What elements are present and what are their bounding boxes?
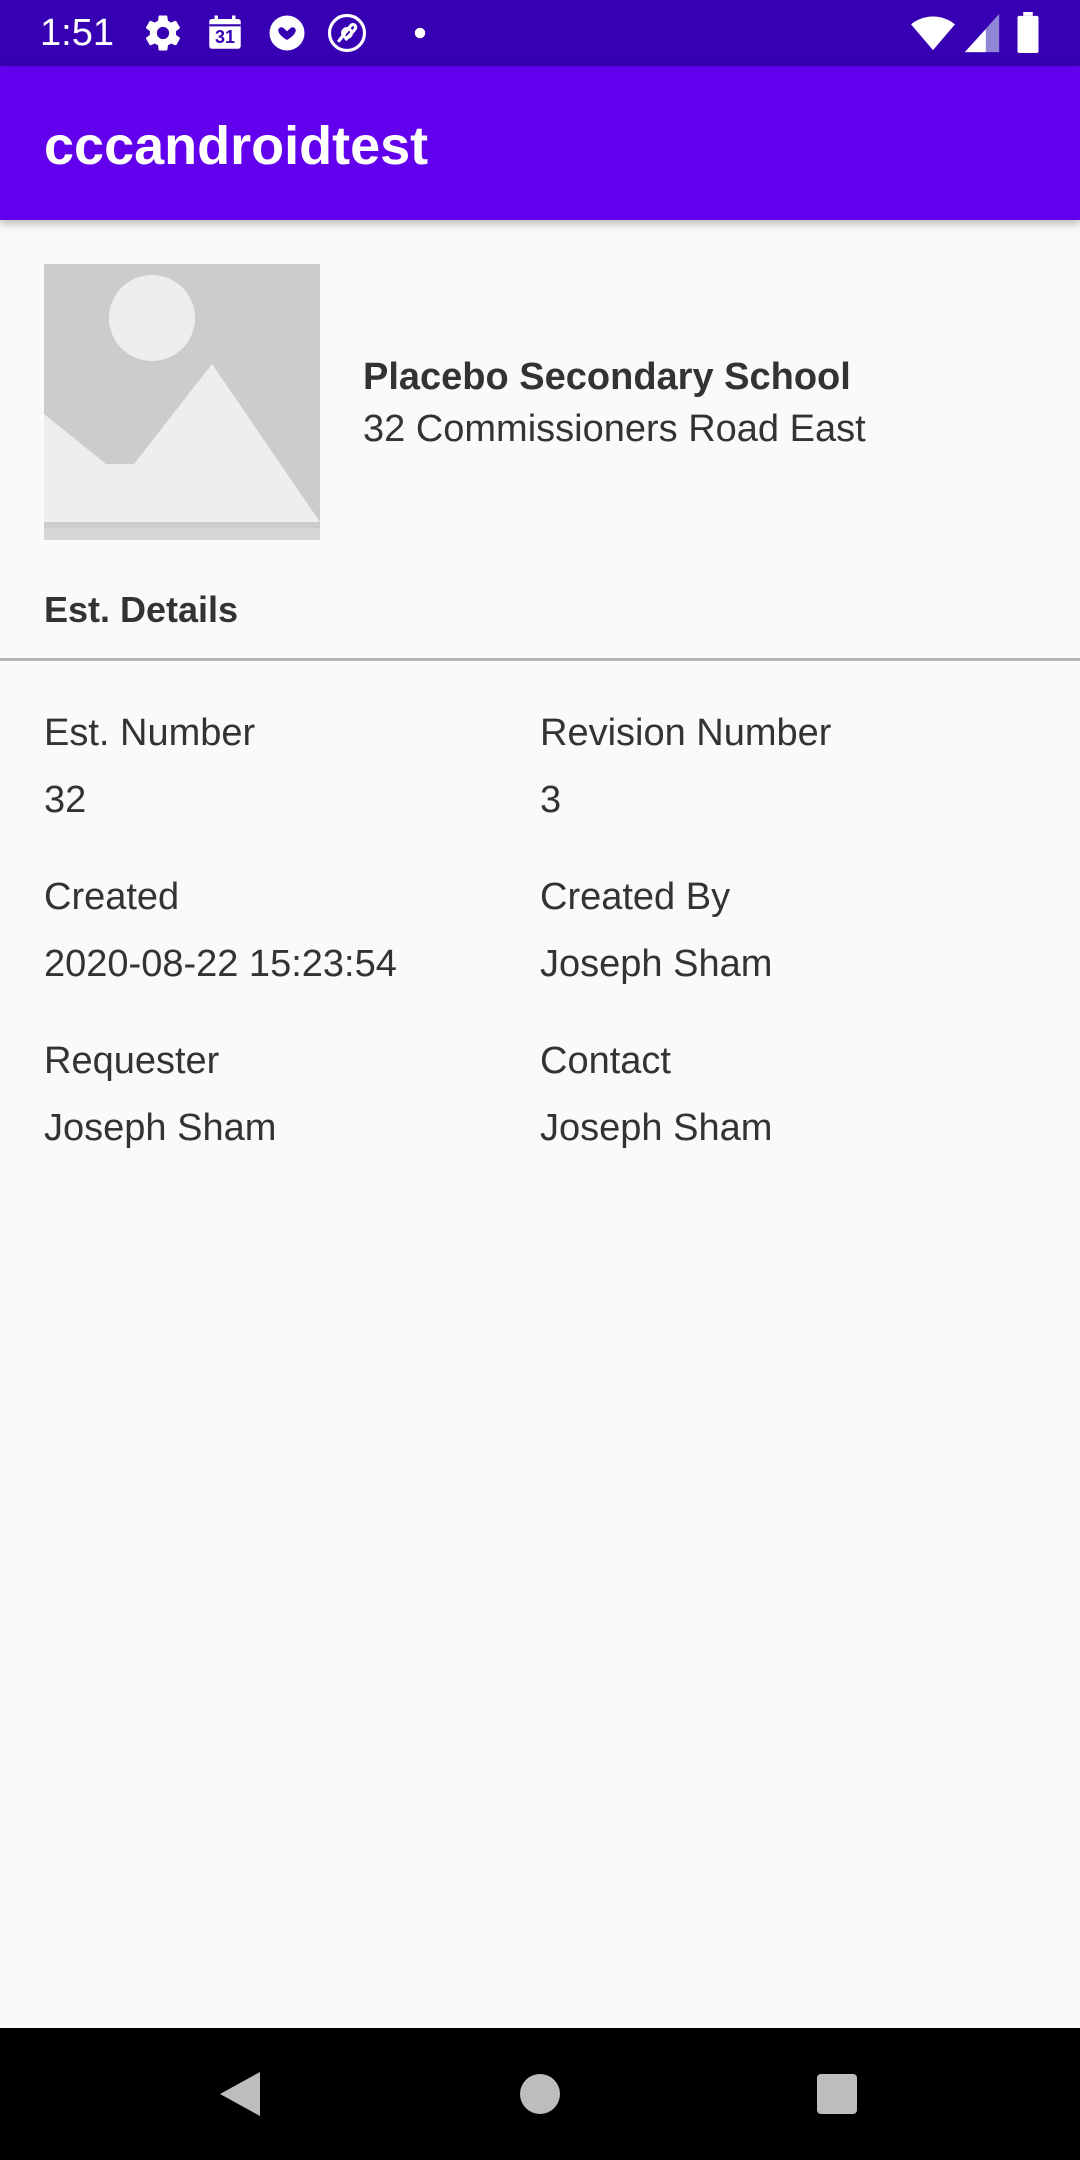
- est-number-value: 32: [44, 779, 87, 821]
- battery-icon: [1017, 12, 1039, 54]
- recents-button[interactable]: [817, 2074, 857, 2114]
- created-by-value: Joseph Sham: [540, 943, 773, 985]
- status-bar: 1:51 31: [0, 0, 1080, 66]
- signal-icon: [964, 13, 1000, 53]
- contact-value: Joseph Sham: [540, 1107, 773, 1149]
- heart-badge-icon: [269, 15, 305, 51]
- created-value: 2020-08-22 15:23:54: [44, 943, 397, 985]
- dot-icon: [414, 27, 426, 39]
- app-title: cccandroidtest: [44, 116, 429, 176]
- calendar-day: 31: [214, 27, 236, 47]
- loop-icon: [327, 13, 367, 53]
- school-address: 32 Commissioners Road East: [363, 408, 866, 450]
- image-placeholder-icon: [44, 264, 320, 540]
- created-by-label: Created By: [540, 876, 731, 918]
- contact-label: Contact: [540, 1040, 671, 1082]
- est-number-label: Est. Number: [44, 712, 256, 754]
- gear-icon: [145, 15, 181, 51]
- requester-value: Joseph Sham: [44, 1107, 277, 1149]
- app-bar: cccandroidtest: [0, 66, 1080, 220]
- created-label: Created: [44, 876, 180, 918]
- requester-label: Requester: [44, 1040, 220, 1082]
- back-button[interactable]: [218, 2070, 262, 2118]
- section-title: Est. Details: [44, 589, 239, 630]
- section-divider: [0, 658, 1080, 661]
- school-name: Placebo Secondary School: [363, 356, 851, 398]
- calendar-icon: 31: [204, 12, 246, 54]
- home-button[interactable]: [520, 2074, 560, 2114]
- revision-number-label: Revision Number: [540, 712, 832, 754]
- wifi-icon: [911, 16, 955, 51]
- status-time: 1:51: [40, 12, 114, 54]
- revision-number-value: 3: [540, 779, 562, 821]
- navigation-bar: [0, 2028, 1080, 2160]
